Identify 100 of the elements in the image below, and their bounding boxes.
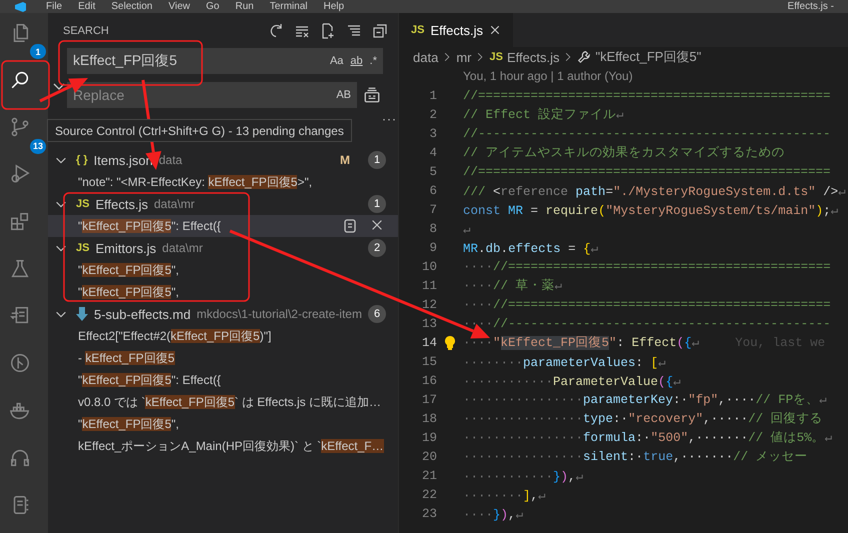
line-number: 18 xyxy=(420,412,437,426)
file-path: data\mr xyxy=(154,197,195,211)
count-badge: 13 xyxy=(30,138,46,154)
menu-item[interactable]: Terminal xyxy=(270,0,308,12)
editor-tab[interactable]: JS Effects.js xyxy=(399,13,513,47)
refresh-icon[interactable] xyxy=(268,22,284,38)
search-option-toggle[interactable]: ab xyxy=(350,55,363,67)
line-number: 10 xyxy=(420,260,437,274)
code-line: MR.db.effects = {↵ xyxy=(463,240,598,256)
replace-all-icon[interactable] xyxy=(363,86,381,104)
replace-icon[interactable] xyxy=(342,218,358,234)
code-line: //----------------------------------------------- xyxy=(463,126,831,140)
flask-icon[interactable] xyxy=(9,258,31,280)
line-number: 7 xyxy=(428,202,437,216)
blame-annotation[interactable]: You, 1 hour ago | 1 author (You) xyxy=(399,67,848,86)
code-line: ················silent:·true,·······// メッセー xyxy=(463,449,808,465)
code-line: ····//=========================================== xyxy=(463,260,831,274)
line-number: 20 xyxy=(420,450,437,464)
search-result-row[interactable]: "kEffect_FP回復5", xyxy=(48,413,398,435)
branch-icon[interactable] xyxy=(9,116,31,138)
search-result-row[interactable]: "note": "<MR-EffectKey: kEffect_FP回復5>", xyxy=(48,171,398,193)
line-number: 21 xyxy=(420,468,437,482)
js-file-icon: JS xyxy=(76,198,90,210)
close-icon[interactable] xyxy=(370,218,384,232)
line-number: 19 xyxy=(420,430,437,444)
menu-item[interactable]: Selection xyxy=(111,0,152,12)
breadcrumb-item[interactable]: "kEffect_FP回復5" xyxy=(595,48,702,66)
menu-item[interactable]: Help xyxy=(324,0,344,12)
menu-item[interactable]: Go xyxy=(206,0,220,12)
js-file-icon: JS xyxy=(76,242,90,254)
blocks-icon[interactable] xyxy=(9,210,31,233)
search-result-row[interactable]: "kEffect_FP回復5": Effect({ xyxy=(48,369,398,391)
code-line: ····}),↵ xyxy=(463,506,524,522)
new-file-icon[interactable] xyxy=(320,22,336,38)
line-number: 22 xyxy=(420,488,437,502)
highlight-frame xyxy=(1,60,50,110)
match-text: Effect2["Effect#2(kEffect_FP回復5)"] xyxy=(78,328,272,344)
file-path: data xyxy=(158,153,182,167)
code-line: ····// 草・薬↵ xyxy=(463,278,562,294)
code-line: //=============================================== xyxy=(463,164,831,178)
line-number: 1 xyxy=(428,88,437,102)
close-icon[interactable] xyxy=(489,24,501,36)
more-options-button[interactable]: ··· xyxy=(382,112,397,126)
match-count-badge: 1 xyxy=(368,195,386,213)
count-badge: 1 xyxy=(30,44,46,59)
code-line: // Effect 設定ファイル↵ xyxy=(463,106,624,123)
match-text: "note": "<MR-EffectKey: kEffect_FP回復5>", xyxy=(78,174,312,190)
breadcrumb-item[interactable]: mr xyxy=(456,50,472,64)
search-result-row[interactable]: - kEffect_FP回復5 xyxy=(48,347,398,369)
code-line: ····//------------------------------------------- xyxy=(463,316,831,330)
match-text: - kEffect_FP回復5 xyxy=(78,350,174,366)
wrench-icon xyxy=(577,50,592,64)
code-line: ····"kEffect_FP回復5": Effect({↵ xyxy=(463,335,700,351)
line-number: 16 xyxy=(420,374,437,388)
search-result-row[interactable]: Effect2["Effect#2(kEffect_FP回復5)"] xyxy=(48,325,398,347)
search-result-row[interactable]: v0.8.0 では `kEffect_FP回復5` は Effects.js に既に追加… xyxy=(48,391,398,413)
git-status: M xyxy=(340,153,350,167)
code-line: const MR = require("MysteryRogueSystem/ts/main");↵ xyxy=(463,202,838,218)
down-arrow-icon xyxy=(76,307,88,321)
file-path: data\mr xyxy=(162,241,203,255)
match-text: "kEffect_FP回復5", xyxy=(78,262,180,278)
search-option-toggle[interactable]: .* xyxy=(370,55,377,67)
search-field[interactable]: kEffect_FP回復5 Aa ab .* xyxy=(67,48,383,74)
list-tree-icon[interactable] xyxy=(346,22,362,38)
search-option-toggle[interactable]: Aa xyxy=(330,55,344,67)
file-name[interactable]: 5-sub-effects.md xyxy=(94,306,191,322)
tab-label: Effects.js xyxy=(430,22,483,38)
match-text: kEffect_ポーションA_Main(HP回復効果)` と `kEffect_F… xyxy=(78,438,384,454)
line-number: 15 xyxy=(420,354,437,368)
search-result-row[interactable]: "kEffect_FP回復5", xyxy=(48,259,398,281)
collapse-all-icon[interactable] xyxy=(372,22,388,38)
code-line: /// <reference path="./MysteryRogueSystem.d.ts" />↵ xyxy=(463,184,846,198)
line-number: 4 xyxy=(428,146,437,160)
search-result-row[interactable]: "kEffect_FP回復5", xyxy=(48,281,398,303)
match-count-badge: 2 xyxy=(368,239,386,257)
breadcrumb-item[interactable]: Effects.js xyxy=(506,50,560,64)
breadcrumb-item[interactable]: data xyxy=(413,50,438,64)
window-title: Effects.js - xyxy=(788,0,834,12)
code-line: ↵ xyxy=(463,222,471,236)
match-text: "kEffect_FP回復5", xyxy=(78,284,180,300)
menu-item[interactable]: View xyxy=(168,0,190,12)
run-debug-icon[interactable] xyxy=(9,163,31,186)
line-number: 8 xyxy=(428,222,437,236)
search-result-row[interactable]: kEffect_ポーションA_Main(HP回復効果)` と `kEffect_F… xyxy=(48,435,398,457)
file-name[interactable]: Emittors.js xyxy=(95,240,156,256)
js-file-icon: JS xyxy=(411,24,424,36)
graph-icon[interactable] xyxy=(9,352,31,374)
menu-item[interactable]: File xyxy=(46,0,62,12)
search-result-row[interactable]: "kEffect_FP回復5": Effect({ xyxy=(48,215,398,237)
file-name[interactable]: Effects.js xyxy=(95,196,148,212)
match-text: "kEffect_FP回復5": Effect({ xyxy=(78,372,221,388)
replace-field[interactable]: Replace AB xyxy=(67,82,357,108)
line-number: 9 xyxy=(428,240,437,254)
menu-item[interactable]: Edit xyxy=(78,0,96,12)
line-number: 17 xyxy=(420,392,437,406)
preserve-case-toggle[interactable]: AB xyxy=(336,89,351,101)
match-text: "kEffect_FP回復5", xyxy=(78,416,180,432)
menu-item[interactable]: Run xyxy=(235,0,254,12)
lightbulb-icon[interactable] xyxy=(445,336,455,350)
match-count-badge: 1 xyxy=(368,151,386,169)
